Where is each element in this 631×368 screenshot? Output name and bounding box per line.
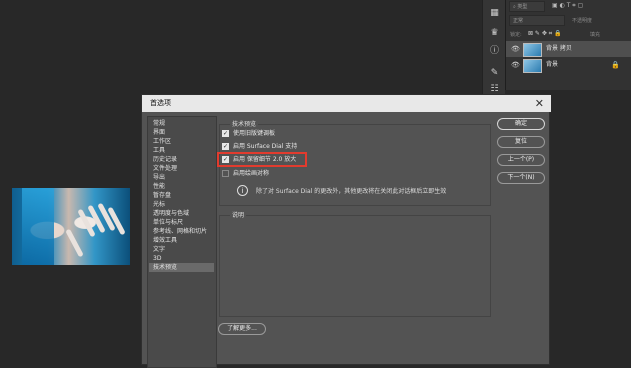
category-item[interactable]: 工作区 [149,137,214,146]
learn-more-button[interactable]: 了解更多... [218,323,266,335]
next-button[interactable]: 下一个(N) [497,172,545,184]
layers-panel: ⌕ 类型 ▣ ◐ T ⌗ ▢ 正常 不透明度 锁定: ⊠ ✎ ✥ ⌗ 🔒 填充 … [505,0,631,90]
info-icon[interactable]: ⓘ [487,44,502,59]
prev-button[interactable]: 上一个(P) [497,154,545,166]
lock-icon: 🔒 [611,61,620,69]
checkbox-unchecked[interactable] [222,170,229,177]
eye-icon[interactable]: 👁 [511,57,520,73]
highlight-box [217,152,307,167]
layer-name: 背景 拷贝 [546,45,572,52]
info-icon: i [237,185,248,196]
category-item[interactable]: 文字 [149,245,214,254]
category-item-selected[interactable]: 技术预览 [149,263,214,272]
dialog-titlebar: 首选项 ✕ [142,95,551,112]
reset-button[interactable]: 复位 [497,136,545,148]
brush-icon[interactable]: ✎ [487,66,502,81]
category-item[interactable]: 参考线、网格和切片 [149,227,214,236]
dialog-title: 首选项 [150,99,171,107]
category-item[interactable]: 导出 [149,173,214,182]
category-item[interactable]: 常规 [149,119,214,128]
blend-mode-select[interactable]: 正常 [509,15,565,26]
description-title: 说明 [230,210,247,219]
layer-row[interactable]: 👁 背景 🔒 [506,57,631,73]
category-item[interactable]: 单位与标尺 [149,218,214,227]
section-title: 技术预览 [230,119,259,128]
close-icon[interactable]: ✕ [535,96,544,111]
category-item[interactable]: 历史记录 [149,155,214,164]
fill-label: 填充 [590,32,601,38]
crown-icon[interactable]: ♛ [487,26,502,41]
checkbox-checked[interactable]: ✓ [222,130,229,137]
preferences-dialog: 首选项 ✕ 常规 界面 工作区 工具 历史记录 文件处理 导出 性能 暂存盘 光… [141,94,551,368]
document-image [12,188,130,265]
category-item[interactable]: 暂存盘 [149,191,214,200]
category-item[interactable]: 工具 [149,146,214,155]
opacity-label: 不透明度 [572,18,593,24]
eye-icon[interactable]: 👁 [511,41,520,57]
lock-label: 锁定: [510,32,522,38]
layer-thumbnail [523,43,542,57]
category-item[interactable]: 界面 [149,128,214,137]
category-item[interactable]: 增效工具 [149,236,214,245]
category-item[interactable]: 光标 [149,200,214,209]
layer-thumbnail [523,59,542,73]
category-item[interactable]: 文件处理 [149,164,214,173]
category-list: 常规 界面 工作区 工具 历史记录 文件处理 导出 性能 暂存盘 光标 透明度与… [147,116,217,368]
ok-button[interactable]: 确定 [497,118,545,130]
lock-icons[interactable]: ⊠ ✎ ✥ ⌗ 🔒 [528,30,562,38]
layer-name: 背景 [546,61,559,68]
info-note: 除了对 Surface Dial 的更改外，其他更改将在关闭此对话框后立即生效 [256,188,447,195]
layer-row[interactable]: 👁 背景 拷贝 [506,41,631,57]
category-item[interactable]: 性能 [149,182,214,191]
filter-icons[interactable]: ▣ ◐ T ⌗ ▢ [552,2,583,10]
checkbox-checked[interactable]: ✓ [222,143,229,150]
grid-icon[interactable]: ▦ [487,6,502,21]
category-item[interactable]: 3D [149,254,214,263]
description-group [219,215,491,317]
category-item[interactable]: 透明度与色域 [149,209,214,218]
layer-search-input[interactable]: ⌕ 类型 [509,1,545,12]
